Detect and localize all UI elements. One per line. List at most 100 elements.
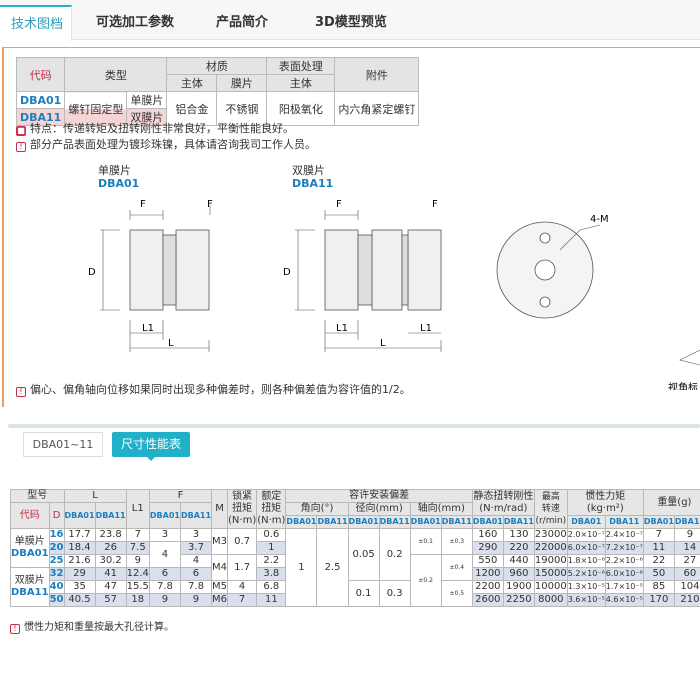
dim-L-double: L bbox=[380, 338, 386, 349]
h-stiffness: 静态扭转刚性 (N·m/rad) bbox=[471, 489, 535, 516]
h-surface: 表面处理 bbox=[266, 57, 336, 75]
cell-in11: 6.0×10⁻⁶ bbox=[604, 567, 644, 581]
cell-L11: 30.2 bbox=[94, 554, 127, 568]
cell-st11: 960 bbox=[502, 567, 535, 581]
cell-F11: 3 bbox=[179, 528, 213, 542]
cell-L1: 9 bbox=[125, 554, 150, 568]
h-film: 膜片 bbox=[216, 74, 268, 92]
single-name: 单膜片 bbox=[98, 164, 131, 177]
cell-in01: 1.8×10⁻⁶ bbox=[566, 554, 606, 568]
cell-L01: 40.5 bbox=[63, 593, 96, 607]
h-weight: 重量(g) bbox=[642, 489, 700, 516]
h-body2: 主体 bbox=[266, 74, 336, 92]
cell-M: M3 bbox=[211, 528, 229, 555]
feature-text: 特点：传递转矩及扭转刚性非常良好，平衡性能良好。 bbox=[30, 122, 294, 135]
h-F-dba11: DBA11 bbox=[179, 502, 213, 529]
cell-L11: 26 bbox=[94, 541, 127, 555]
h-lock: 锁紧 扭矩 (N·m) bbox=[227, 489, 258, 529]
h-ax-dba11: DBA11 bbox=[440, 515, 473, 529]
cell-L1: 12.4 bbox=[125, 567, 150, 581]
accessory: 内六角紧定螺钉 bbox=[334, 91, 420, 126]
single-hub-left bbox=[129, 229, 164, 311]
cell-rad11: 0.3 bbox=[378, 580, 411, 607]
cell-lock: 1.7 bbox=[227, 554, 258, 581]
h-w-dba01: DBA01 bbox=[642, 515, 675, 529]
h-code: 代码 bbox=[15, 57, 66, 92]
spec-table: 代码 类型 材质 表面处理 附件 主体 膜片 主体 DBA01 螺钉固定型 单膜… bbox=[15, 57, 420, 126]
dim-F-single-right: F bbox=[207, 199, 213, 210]
h-speed: 最高 转速 (r/min) bbox=[533, 489, 568, 529]
cell-st11: 130 bbox=[502, 528, 535, 542]
dim-L1-single: L1 bbox=[142, 323, 154, 334]
tab-optional-processing[interactable]: 可选加工参数 bbox=[96, 5, 174, 40]
h-rated: 额定 扭矩 (N·m) bbox=[256, 489, 287, 529]
cell-in11: 2.4×10⁻⁷ bbox=[604, 528, 644, 542]
cell-st11: 2250 bbox=[502, 593, 535, 607]
h-ang-dba11: DBA11 bbox=[316, 515, 349, 529]
cell-rated: 11 bbox=[256, 593, 287, 607]
cell-L01: 17.7 bbox=[63, 528, 96, 542]
cell-L01: 35 bbox=[63, 580, 96, 594]
h-radial: 径向(mm) bbox=[347, 502, 411, 516]
table-row: 40 35 47 15.5 7.8 7.8 M5 4 6.8 0.1 0.3 ±0.5 2200 1900… bbox=[11, 580, 700, 607]
cell-w11: 210 bbox=[673, 593, 700, 607]
technical-drawings: F F D L1 L F F D L1 L1 L 4-M 视角标 bbox=[88, 199, 700, 390]
cell-ax11: ±0.4 bbox=[440, 554, 473, 581]
cell-rpm: 22000 bbox=[533, 541, 568, 555]
cell-L1: 7.5 bbox=[125, 541, 150, 555]
inertia-text: 惯性力矩和重量按最大孔径计算。 bbox=[24, 622, 174, 633]
double-label: 双膜片 DBA11 bbox=[292, 164, 333, 190]
group-label: 单膜片 bbox=[14, 536, 45, 547]
h-type: 类型 bbox=[64, 57, 168, 92]
group-DBA01: 单膜片 DBA01 bbox=[10, 528, 50, 568]
cell-D: 50 bbox=[48, 593, 65, 607]
dim-D-double: D bbox=[283, 267, 291, 278]
dim-F-single: F bbox=[140, 199, 146, 210]
h-axial: 轴向(mm) bbox=[409, 502, 473, 516]
dim-L1-double: L1 bbox=[336, 323, 348, 334]
tab-product-intro[interactable]: 产品简介 bbox=[216, 5, 268, 40]
cell-L01: 29 bbox=[63, 567, 96, 581]
cell-in11: 1.7×10⁻⁵ bbox=[604, 580, 644, 594]
h-L-dba01: DBA01 bbox=[63, 502, 96, 529]
cell-ang11: 2.5 bbox=[316, 528, 349, 607]
cell-st11: 440 bbox=[502, 554, 535, 568]
model-button[interactable]: DBA01~11 bbox=[23, 432, 103, 457]
h-st-dba01: DBA01 bbox=[471, 515, 504, 529]
cell-F01: 7.8 bbox=[148, 580, 181, 594]
cell-w01: 50 bbox=[642, 567, 675, 581]
dim-D-single: D bbox=[88, 267, 96, 278]
cell-in01: 1.3×10⁻⁵ bbox=[566, 580, 606, 594]
inertia-note: ! 惯性力矩和重量按最大孔径计算。 bbox=[10, 618, 174, 634]
cell-M: M6 bbox=[211, 593, 229, 607]
cell-L1: 15.5 bbox=[125, 580, 150, 594]
cell-rad11: 0.2 bbox=[378, 528, 411, 581]
h-body: 主体 bbox=[166, 74, 218, 92]
tab-3d-preview[interactable]: 3D模型预览 bbox=[315, 5, 387, 40]
h-code: 代码 bbox=[10, 502, 50, 529]
cell-st01: 1200 bbox=[471, 567, 504, 581]
cell-rpm: 15000 bbox=[533, 567, 568, 581]
h-w-dba11: DBA11 bbox=[673, 515, 700, 529]
cell-st11: 220 bbox=[502, 541, 535, 555]
cell-in11: 7.2×10⁻⁷ bbox=[604, 541, 644, 555]
cell-st11: 1900 bbox=[502, 580, 535, 594]
cell-in11: 4.6×10⁻⁵ bbox=[604, 593, 644, 607]
double-hub-right bbox=[407, 229, 442, 311]
cell-w11: 14 bbox=[673, 541, 700, 555]
double-name: 双膜片 bbox=[292, 164, 325, 177]
cell-D: 32 bbox=[48, 567, 65, 581]
cell-M: M5 bbox=[211, 580, 229, 594]
cell-w11: 9 bbox=[673, 528, 700, 542]
cell-L01: 21.6 bbox=[63, 554, 96, 568]
h-tolerance: 容许安装偏差 bbox=[285, 489, 473, 503]
cell-rated: 3.8 bbox=[256, 567, 287, 581]
dim-M: 4-M bbox=[590, 214, 609, 225]
tab-technical-drawing[interactable]: 技术图档 bbox=[0, 5, 72, 41]
double-spacer bbox=[371, 229, 403, 311]
cell-L1: 18 bbox=[125, 593, 150, 607]
h-L: L bbox=[63, 489, 127, 503]
cell-st01: 290 bbox=[471, 541, 504, 555]
cell-F01: 4 bbox=[148, 541, 181, 568]
dimension-table-button[interactable]: 尺寸性能表 bbox=[112, 432, 190, 461]
